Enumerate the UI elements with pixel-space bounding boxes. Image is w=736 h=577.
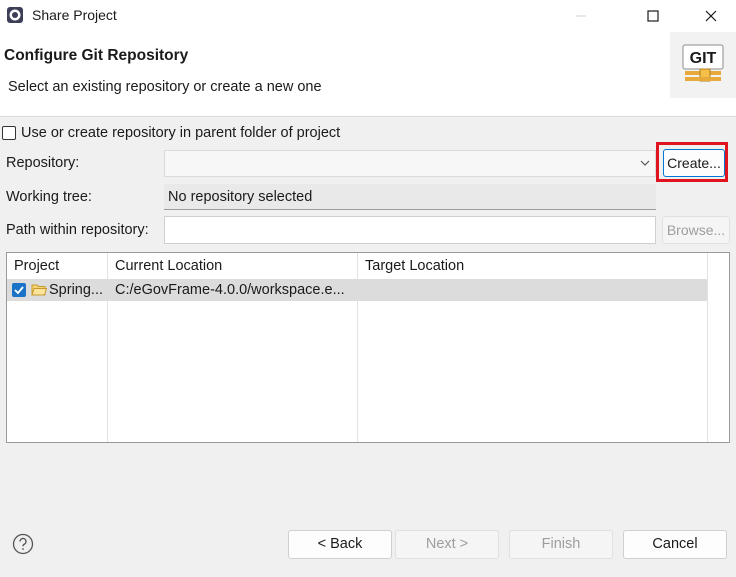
cancel-button[interactable]: Cancel bbox=[623, 530, 727, 559]
minimize-icon bbox=[576, 15, 586, 17]
help-icon[interactable] bbox=[12, 533, 34, 555]
page-title: Configure Git Repository bbox=[4, 47, 189, 64]
browse-button[interactable]: Browse... bbox=[662, 216, 730, 244]
next-button[interactable]: Next > bbox=[395, 530, 499, 559]
git-logo-icon: GIT bbox=[670, 32, 736, 98]
maximize-icon bbox=[647, 10, 659, 22]
path-input[interactable] bbox=[164, 216, 656, 244]
repository-combo[interactable] bbox=[164, 150, 656, 177]
row-checkbox[interactable] bbox=[12, 283, 26, 297]
minimize-button[interactable] bbox=[558, 0, 604, 32]
repository-label: Repository: bbox=[6, 155, 80, 171]
back-button[interactable]: < Back bbox=[288, 530, 392, 559]
parent-folder-checkbox-label: Use or create repository in parent folde… bbox=[21, 125, 341, 141]
parent-folder-option[interactable]: Use or create repository in parent folde… bbox=[2, 125, 340, 141]
title-bar: Share Project bbox=[0, 0, 736, 32]
working-tree-label: Working tree: bbox=[6, 189, 92, 205]
finish-button[interactable]: Finish bbox=[509, 530, 613, 559]
projects-table: Project Current Location Target Location… bbox=[6, 252, 730, 443]
create-button[interactable]: Create... bbox=[663, 149, 725, 177]
path-label: Path within repository: bbox=[6, 222, 149, 238]
window-title: Share Project bbox=[32, 7, 117, 23]
chevron-down-icon bbox=[640, 160, 650, 166]
parent-folder-checkbox[interactable] bbox=[2, 126, 16, 140]
column-header-current-location[interactable]: Current Location bbox=[108, 253, 358, 279]
page-subtitle: Select an existing repository or create … bbox=[8, 79, 322, 95]
maximize-button[interactable] bbox=[630, 0, 676, 32]
project-folder-icon bbox=[31, 284, 47, 296]
svg-text:GIT: GIT bbox=[690, 50, 717, 67]
target-location-cell bbox=[365, 279, 705, 301]
column-header-project[interactable]: Project bbox=[7, 253, 108, 279]
close-icon bbox=[705, 10, 717, 22]
current-location-cell: C:/eGovFrame-4.0.0/workspace.e... bbox=[115, 282, 345, 298]
eclipse-app-icon bbox=[7, 7, 23, 23]
project-cell: Spring... bbox=[49, 282, 103, 298]
close-button[interactable] bbox=[688, 0, 734, 32]
wizard-header: Configure Git Repository Select an exist… bbox=[0, 32, 736, 117]
column-header-target-location[interactable]: Target Location bbox=[358, 253, 708, 279]
working-tree-value: No repository selected bbox=[164, 184, 656, 210]
